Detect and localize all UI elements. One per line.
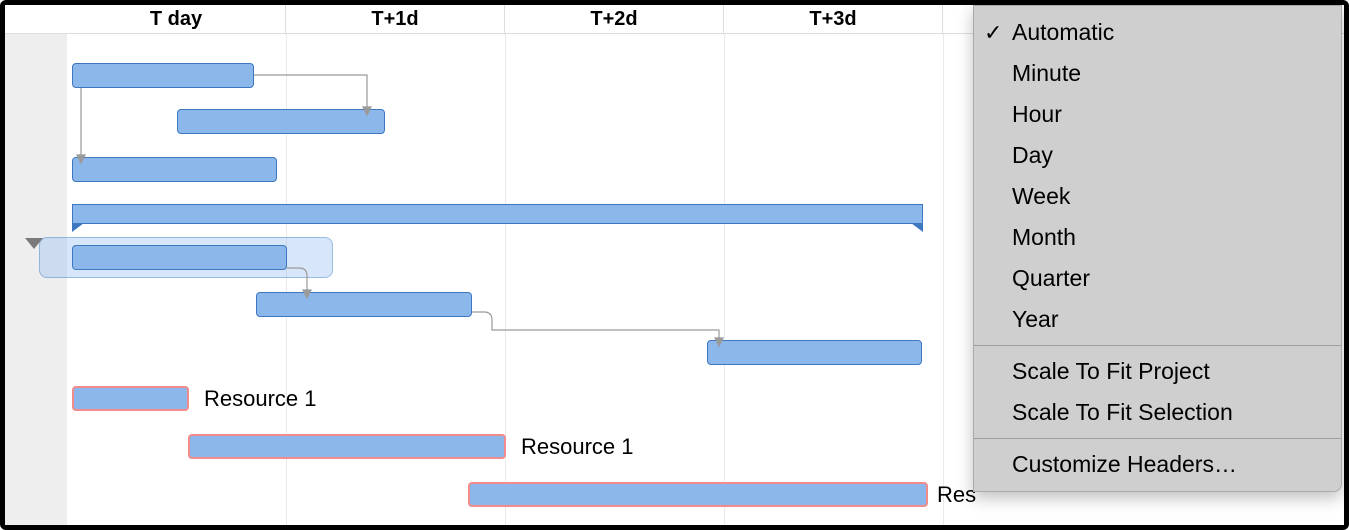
resource-bar[interactable] [188,434,506,459]
menu-item-quarter[interactable]: Quarter [974,258,1341,299]
task-bar[interactable] [72,63,254,88]
resource-label: Resource 1 [521,434,634,460]
header-col-3[interactable]: T+3d [724,5,943,34]
task-bar[interactable] [177,109,385,134]
menu-item-day[interactable]: Day [974,135,1341,176]
menu-item-fit-selection[interactable]: Scale To Fit Selection [974,392,1341,433]
menu-item-hour[interactable]: Hour [974,94,1341,135]
menu-item-automatic[interactable]: Automatic [974,12,1341,53]
menu-separator [974,345,1341,346]
menu-item-week[interactable]: Week [974,176,1341,217]
resource-label: Resource 1 [204,386,317,412]
menu-item-customize-headers[interactable]: Customize Headers… [974,444,1341,485]
menu-item-fit-project[interactable]: Scale To Fit Project [974,351,1341,392]
header-col-2[interactable]: T+2d [505,5,724,34]
menu-item-month[interactable]: Month [974,217,1341,258]
row-gutter [5,34,67,525]
summary-bar[interactable] [72,204,923,224]
resource-label: Res [937,482,976,508]
task-bar[interactable] [256,292,472,317]
scale-menu: Automatic Minute Hour Day Week Month Qua… [973,5,1342,492]
task-bar[interactable] [707,340,922,365]
task-bar-selected[interactable] [72,245,287,270]
header-col-0[interactable]: T day [67,5,286,34]
menu-item-minute[interactable]: Minute [974,53,1341,94]
resource-bar[interactable] [72,386,189,411]
task-bar[interactable] [72,157,277,182]
menu-item-year[interactable]: Year [974,299,1341,340]
resource-bar[interactable] [468,482,928,507]
menu-separator [974,438,1341,439]
header-col-1[interactable]: T+1d [286,5,505,34]
